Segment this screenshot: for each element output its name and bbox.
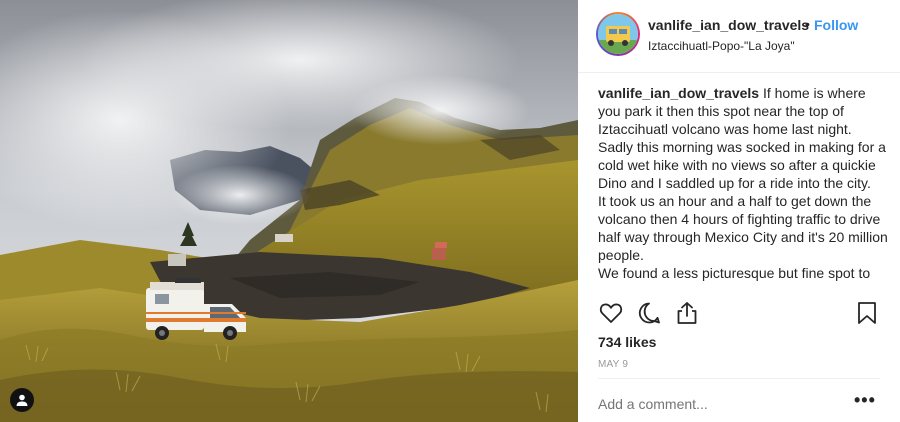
bookmark-icon[interactable] [854, 300, 880, 326]
caption-text-2: It took us an hour and a half to get dow… [598, 193, 888, 263]
comment-input[interactable] [598, 396, 838, 412]
location-link[interactable]: Iztaccihuatl-Popo-"La Joya" [648, 39, 795, 53]
mountain-van-photo [0, 0, 578, 422]
post-date[interactable]: MAY 9 [598, 359, 628, 370]
post-side-panel: vanlife_ian_dow_travels • Follow Iztacci… [578, 0, 900, 422]
post-header: vanlife_ian_dow_travels • Follow Iztacci… [578, 0, 900, 73]
comment-icon[interactable] [636, 300, 662, 326]
post-username[interactable]: vanlife_ian_dow_travels [648, 17, 809, 33]
avatar-image [598, 14, 638, 54]
more-options-icon[interactable]: ••• [854, 390, 876, 411]
user-tag-icon[interactable] [10, 388, 34, 412]
like-count[interactable]: 734 likes [598, 334, 656, 350]
separator-dot: • [805, 16, 810, 32]
heart-icon[interactable] [598, 300, 624, 326]
follow-button[interactable]: Follow [814, 17, 858, 33]
avatar[interactable] [596, 12, 640, 56]
post-caption: vanlife_ian_dow_travels If home is where… [598, 84, 890, 290]
action-bar [598, 300, 878, 328]
post-photo[interactable] [0, 0, 578, 422]
caption-text-3: We found a less picturesque but fine spo… [598, 265, 871, 281]
caption-username[interactable]: vanlife_ian_dow_travels [598, 85, 759, 101]
share-icon[interactable] [674, 300, 700, 326]
divider [598, 378, 880, 379]
